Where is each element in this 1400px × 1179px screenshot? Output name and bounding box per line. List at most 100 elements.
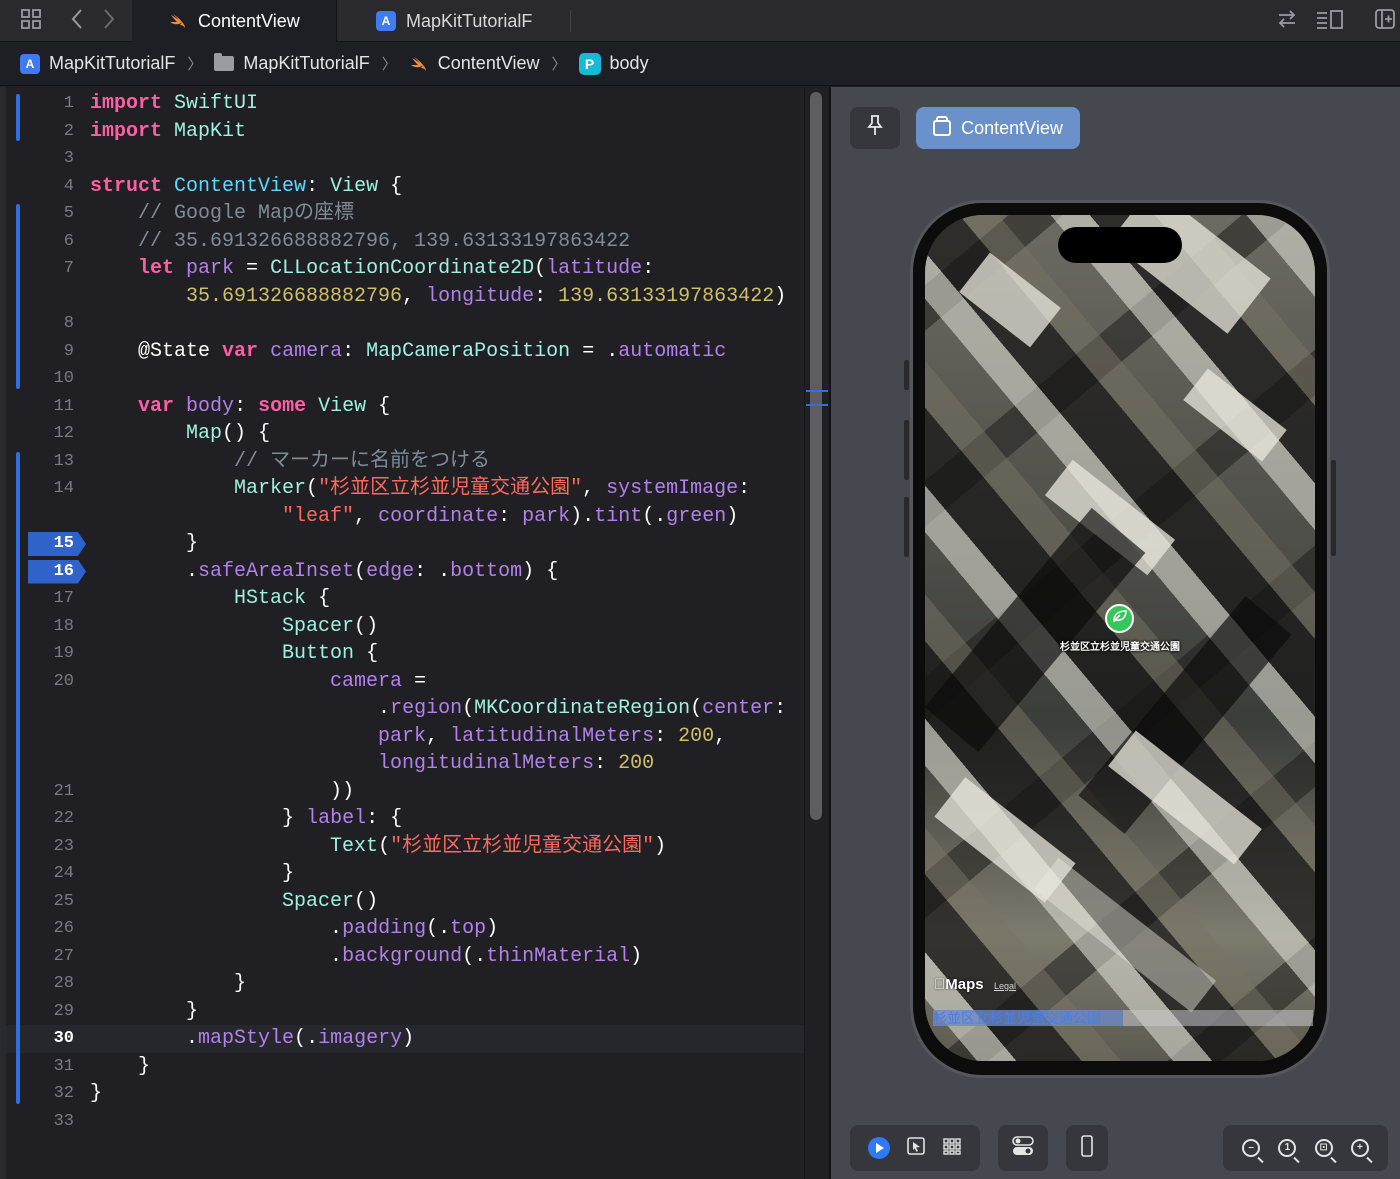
code-text: Text("杉並区立杉並児童交通公園") [330, 834, 667, 858]
map-marker[interactable] [1105, 604, 1134, 633]
code-line[interactable]: 23 Text("杉並区立杉並児童交通公園") [6, 833, 804, 861]
code-text: // 35.691326688882796, 139.6313319786342… [138, 229, 631, 253]
line-number: 23 [53, 836, 74, 856]
swift-icon [409, 54, 429, 74]
device-settings-button[interactable] [998, 1125, 1048, 1171]
pin-preview-button[interactable] [850, 107, 900, 149]
code-text: Map() { [186, 422, 271, 445]
code-line[interactable]: 22 } label: { [6, 805, 804, 833]
project-icon: A [376, 11, 396, 31]
line-number: 27 [53, 946, 74, 966]
code-line[interactable]: 32} [6, 1080, 804, 1108]
code-text: // マーカーに名前をつける [234, 449, 491, 473]
code-line[interactable]: 27 .background(.thinMaterial) [6, 943, 804, 971]
line-number: 24 [53, 864, 74, 883]
breadcrumb-label: ContentView [437, 53, 540, 73]
line-number: 31 [53, 1056, 74, 1076]
code-line[interactable]: 4 struct ContentView: View { [6, 173, 804, 201]
scrollbar-thumb[interactable] [810, 92, 822, 820]
toggle-settings-icon [1012, 1135, 1034, 1161]
swift-icon [168, 11, 188, 31]
variants-icon[interactable] [942, 1136, 962, 1161]
code-editor[interactable]: 1 import SwiftUI 2 import MapKit 3 4 struct Co… [6, 87, 804, 1179]
code-line[interactable]: park, latitudinalMeters: 200, [6, 723, 804, 751]
code-text: Spacer() [282, 614, 379, 638]
grid-icon[interactable] [18, 8, 44, 34]
code-text: } [186, 999, 199, 1023]
iphone-icon [1080, 1134, 1094, 1162]
code-text: camera = [330, 669, 427, 693]
code-line[interactable]: 3 [6, 145, 804, 173]
code-line[interactable]: 15 } [6, 530, 804, 558]
source-change-bar [16, 94, 20, 141]
breadcrumb-file[interactable]: ContentView [409, 53, 540, 74]
live-preview-icon[interactable] [868, 1137, 890, 1159]
line-number: 17 [53, 589, 74, 608]
breadcrumb-project[interactable]: A MapKitTutorialF [20, 53, 175, 74]
code-line[interactable]: 16 .safeAreaInset(edge: .bottom) { [6, 558, 804, 586]
legal-link[interactable]: Legal [994, 981, 1016, 991]
breadcrumb-label: body [609, 53, 649, 73]
swap-icon[interactable] [1274, 8, 1300, 34]
code-line[interactable]: 1 import SwiftUI [6, 90, 804, 118]
breadcrumb-label: MapKitTutorialF [243, 53, 370, 73]
forward-icon[interactable] [96, 8, 122, 34]
line-number: 9 [63, 341, 74, 361]
code-line[interactable]: 20 camera = [6, 668, 804, 696]
folder-icon [214, 53, 235, 71]
code-line[interactable]: 11 var body: some View { [6, 393, 804, 421]
tab-contentview[interactable]: ContentView [132, 0, 337, 42]
code-text: )) [330, 779, 355, 803]
park-region-button[interactable]: 杉並区立杉並児童交通公園 [933, 1008, 1101, 1028]
code-line[interactable]: 7 let park = CLLocationCoordinate2D(lati… [6, 255, 804, 283]
code-line[interactable]: 8 [6, 310, 804, 338]
line-number: 21 [53, 781, 74, 801]
breadcrumb-label: MapKitTutorialF [49, 53, 176, 73]
code-line[interactable]: 10 [6, 365, 804, 393]
preview-contentview-button[interactable]: ContentView [916, 107, 1080, 149]
code-line[interactable]: 17 HStack { [6, 585, 804, 613]
code-line[interactable]: 25 Spacer() [6, 888, 804, 916]
selectable-mode-icon[interactable] [906, 1136, 926, 1161]
back-icon[interactable] [64, 8, 90, 34]
code-line[interactable]: 6 // 35.691326688882796, 139.63133197863… [6, 228, 804, 256]
breadcrumb-symbol[interactable]: P body [578, 52, 649, 75]
zoom-to-fit-icon[interactable]: ⊡ [1314, 1139, 1333, 1157]
code-line[interactable]: 21 )) [6, 778, 804, 806]
code-line[interactable]: 2 import MapKit [6, 118, 804, 146]
code-line[interactable]: 14 Marker("杉並区立杉並児童交通公園", systemImage: [6, 475, 804, 503]
chevron-right-icon: 〉 [187, 56, 203, 73]
code-line[interactable]: .region(MKCoordinateRegion(center: [6, 695, 804, 723]
code-line[interactable]: 28 } [6, 970, 804, 998]
code-line[interactable]: 24 } [6, 860, 804, 888]
code-line[interactable]: 31 } [6, 1053, 804, 1081]
line-number: 20 [53, 671, 74, 691]
zoom-actual-size-icon[interactable]: 1 [1278, 1139, 1297, 1157]
code-text: HStack { [234, 587, 331, 610]
code-line[interactable]: 13 // マーカーに名前をつける [6, 448, 804, 476]
code-line[interactable]: 19 Button { [6, 640, 804, 668]
code-line[interactable]: longitudinalMeters: 200 [6, 750, 804, 778]
tab-divider [570, 10, 571, 32]
editor-options-icon[interactable] [1314, 8, 1346, 34]
code-line[interactable]: 29 } [6, 998, 804, 1026]
scroll-change-marker [806, 404, 828, 406]
code-line[interactable]: 26 .padding(.top) [6, 915, 804, 943]
code-text: struct ContentView: View { [90, 174, 403, 198]
code-line[interactable]: 33 [6, 1108, 804, 1136]
code-line[interactable]: 35.691326688882796, longitude: 139.63133… [6, 283, 804, 311]
zoom-out-icon[interactable]: – [1242, 1139, 1261, 1157]
tab-mapkittutorialf[interactable]: A MapKitTutorialF [340, 0, 570, 42]
breadcrumb-folder[interactable]: MapKitTutorialF [214, 53, 370, 74]
device-picker-button[interactable] [1066, 1125, 1108, 1171]
code-line[interactable]: 18 Spacer() [6, 613, 804, 641]
add-editor-icon[interactable] [1372, 8, 1398, 34]
zoom-in-icon[interactable]: + [1350, 1139, 1369, 1157]
line-number: 10 [53, 369, 74, 388]
code-line[interactable]: 9 @State var camera: MapCameraPosition =… [6, 338, 804, 366]
chevron-right-icon: 〉 [551, 56, 567, 73]
code-line[interactable]: 5 // Google Mapの座標 [6, 200, 804, 228]
code-line[interactable]: 30 .mapStyle(.imagery) [6, 1025, 804, 1053]
code-line[interactable]: 12 Map() { [6, 420, 804, 448]
code-line[interactable]: "leaf", coordinate: park).tint(.green) [6, 503, 804, 531]
